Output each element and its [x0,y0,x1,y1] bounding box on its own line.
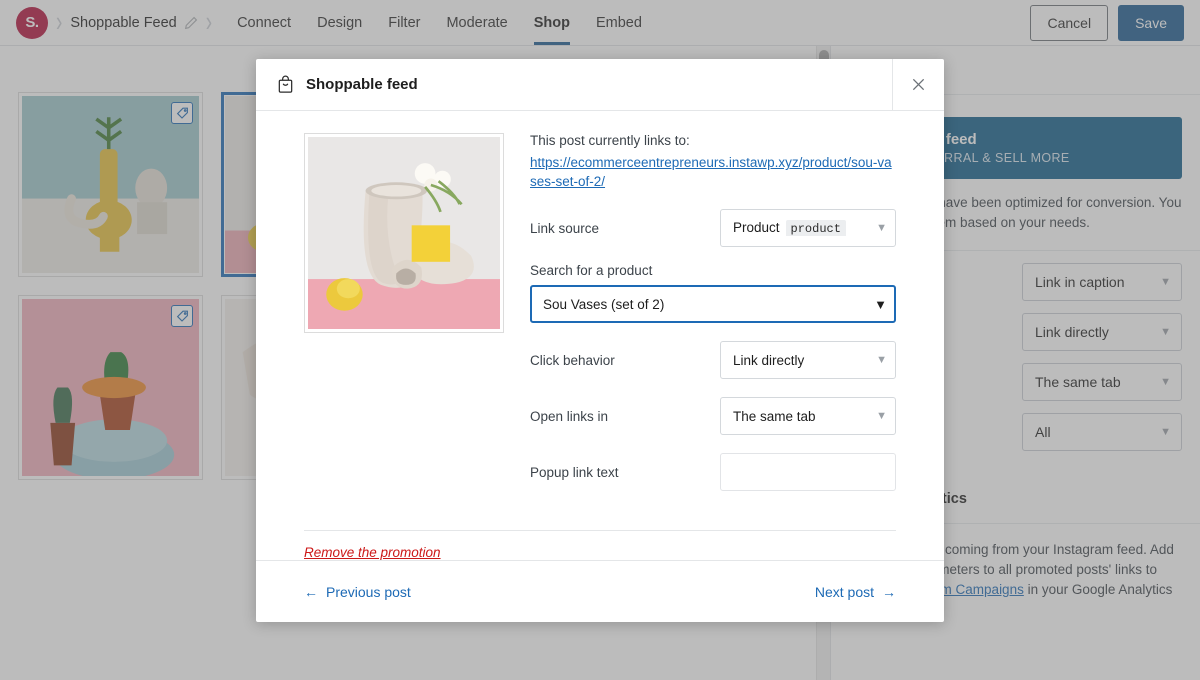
current-link-url[interactable]: https://ecommerceentrepreneurs.instawp.x… [530,153,896,191]
modal-footer: ← Previous post Next post → [256,560,944,622]
remove-promotion-link[interactable]: Remove the promotion [304,545,896,560]
popup-link-text-control [720,453,896,492]
search-product-label: Search for a product [530,263,653,279]
chevron-down-icon: ▼ [876,354,887,367]
close-button[interactable] [892,58,944,111]
shoppable-feed-modal: Shoppable feed This post currently links… [256,58,944,622]
open-links-select[interactable]: The same tab ▼ [720,397,896,436]
modal-form: This post currently links to: https://ec… [530,133,896,508]
modal-title: Shoppable feed [306,76,418,93]
popup-link-text-row: Popup link text [530,453,896,492]
link-source-label: Link source [530,220,600,236]
link-source-select[interactable]: Product product ▼ [720,209,896,248]
link-source-row: Link source Product product ▼ [530,209,896,248]
click-behavior-value: Link directly [733,352,805,368]
link-source-code: product [785,220,846,237]
open-links-control: The same tab ▼ [720,397,896,436]
search-product-group: Search for a product Sou Vases (set of 2… [530,263,896,324]
modal-title-group: Shoppable feed [276,75,418,94]
product-post-thumbnail[interactable] [304,133,504,333]
click-behavior-row: Click behavior Link directly ▼ [530,341,896,380]
modal-body: This post currently links to: https://ec… [256,111,944,508]
close-icon [912,78,925,91]
next-post-button[interactable]: Next post → [815,584,896,600]
popup-link-text-label: Popup link text [530,464,619,480]
search-product-select[interactable]: Sou Vases (set of 2) ▼ [530,285,896,324]
modal-divider [304,530,896,531]
chevron-down-icon: ▼ [876,222,887,235]
click-behavior-label: Click behavior [530,352,615,368]
product-post-image [308,137,500,329]
open-links-value: The same tab [733,408,816,424]
currently-links-label: This post currently links to: [530,133,690,148]
link-source-control: Product product ▼ [720,209,896,248]
chevron-down-icon: ▼ [874,296,887,312]
popup-link-text-input[interactable] [720,453,896,492]
open-links-label: Open links in [530,408,609,424]
modal-header: Shoppable feed [256,58,944,111]
link-source-text: Product [733,220,780,236]
previous-post-button[interactable]: ← Previous post [304,584,411,600]
shopping-bag-icon [276,75,295,94]
next-post-label: Next post [814,583,874,600]
chevron-down-icon: ▼ [876,410,887,423]
arrow-left-icon: ← [304,583,318,600]
open-links-row: Open links in The same tab ▼ [530,397,896,436]
click-behavior-control: Link directly ▼ [720,341,896,380]
previous-post-label: Previous post [326,583,411,600]
arrow-right-icon: → [882,583,896,600]
search-product-value: Sou Vases (set of 2) [543,296,665,312]
click-behavior-select[interactable]: Link directly ▼ [720,341,896,380]
link-source-value: Product product [733,220,870,237]
